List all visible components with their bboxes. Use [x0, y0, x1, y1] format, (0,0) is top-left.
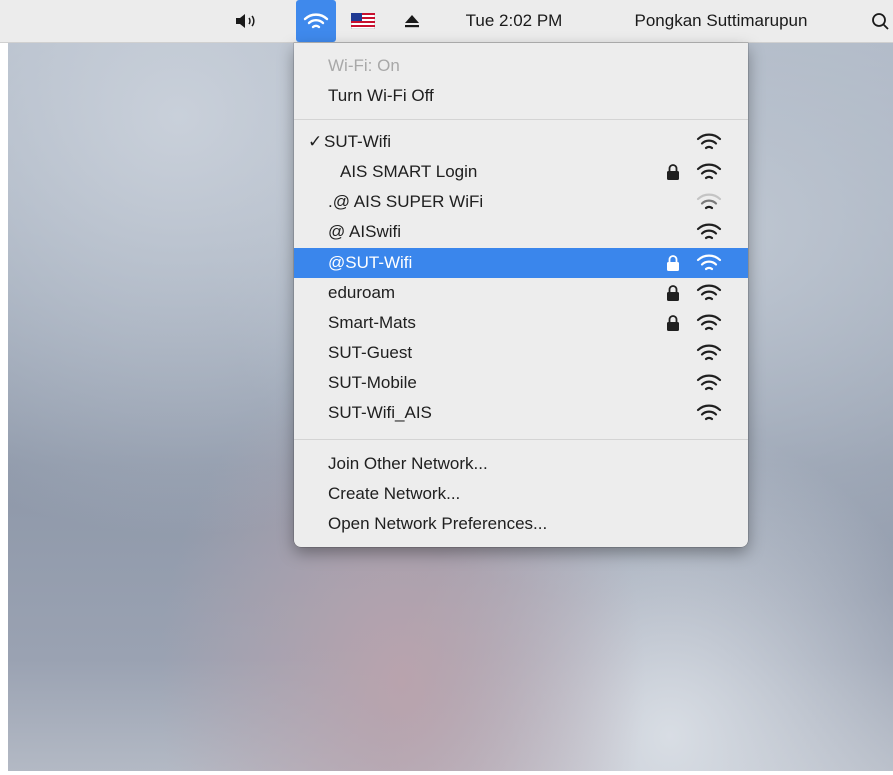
- wifi-signal-icon: [696, 314, 722, 331]
- clock-text: Tue 2:02 PM: [465, 11, 563, 30]
- us-flag-icon[interactable]: [348, 0, 378, 42]
- user-menu[interactable]: Pongkan Suttimarupun: [596, 0, 846, 42]
- wifi-status: Wi-Fi: On: [294, 51, 748, 81]
- window-edge-bottom: [0, 771, 893, 775]
- wifi-signal-icon: [696, 254, 722, 271]
- network-item-aiswifi[interactable]: @ AISwifi: [294, 217, 748, 247]
- network-name: SUT-Wifi: [324, 132, 392, 151]
- window-edge-left: [0, 0, 8, 775]
- network-name: @ AISwifi: [328, 222, 401, 241]
- network-name: .@ AIS SUPER WiFi: [328, 192, 484, 211]
- eject-icon[interactable]: [400, 0, 424, 42]
- lock-icon: [667, 164, 679, 180]
- network-item-ais-smart-login[interactable]: AIS SMART Login: [294, 157, 748, 187]
- network-item-sut-wifi[interactable]: ✓ SUT-Wifi: [294, 127, 748, 157]
- wifi-signal-icon: [696, 374, 722, 391]
- lock-icon: [667, 285, 679, 301]
- open-network-preferences-item[interactable]: Open Network Preferences...: [294, 509, 748, 539]
- network-item-ais-super-wifi[interactable]: .@ AIS SUPER WiFi: [294, 187, 748, 217]
- wifi-icon[interactable]: [296, 0, 336, 42]
- wifi-signal-icon: [696, 223, 722, 240]
- network-name: Smart-Mats: [328, 313, 416, 332]
- user-name: Pongkan Suttimarupun: [634, 11, 808, 30]
- wifi-status-label: Wi-Fi: On: [328, 56, 400, 75]
- network-item-sut-guest[interactable]: SUT-Guest: [294, 338, 748, 368]
- turn-wifi-off-item[interactable]: Turn Wi-Fi Off: [294, 81, 748, 111]
- volume-icon[interactable]: [232, 0, 262, 42]
- network-name: @SUT-Wifi: [328, 253, 413, 272]
- separator: [294, 119, 748, 120]
- join-other-network-item[interactable]: Join Other Network...: [294, 449, 748, 479]
- wifi-menu: Wi-Fi: On Turn Wi-Fi Off ✓ SUT-Wifi AIS …: [294, 43, 748, 547]
- network-item-eduroam[interactable]: eduroam: [294, 278, 748, 308]
- create-network-label: Create Network...: [328, 484, 461, 503]
- network-item-at-sut-wifi[interactable]: @SUT-Wifi: [294, 248, 748, 278]
- open-network-preferences-label: Open Network Preferences...: [328, 514, 548, 533]
- wifi-signal-icon: [696, 133, 722, 150]
- network-item-smart-mats[interactable]: Smart-Mats: [294, 308, 748, 338]
- network-item-sut-wifi-ais[interactable]: SUT-Wifi_AIS: [294, 398, 748, 428]
- clock[interactable]: Tue 2:02 PM: [446, 0, 582, 42]
- lock-icon: [667, 255, 679, 271]
- create-network-item[interactable]: Create Network...: [294, 479, 748, 509]
- wifi-signal-weak-icon: [696, 193, 722, 210]
- join-other-network-label: Join Other Network...: [328, 454, 488, 473]
- wifi-signal-icon: [696, 344, 722, 361]
- network-name: AIS SMART Login: [340, 162, 478, 181]
- network-name: SUT-Mobile: [328, 373, 417, 392]
- checkmark-icon: ✓: [308, 132, 323, 151]
- wifi-signal-icon: [696, 404, 722, 421]
- network-item-sut-mobile[interactable]: SUT-Mobile: [294, 368, 748, 398]
- network-name: eduroam: [328, 283, 396, 302]
- separator: [294, 439, 748, 440]
- lock-icon: [667, 315, 679, 331]
- network-name: SUT-Guest: [328, 343, 413, 362]
- turn-wifi-off-label: Turn Wi-Fi Off: [328, 86, 434, 105]
- network-name: SUT-Wifi_AIS: [328, 403, 432, 422]
- spotlight-search-icon[interactable]: [868, 0, 892, 42]
- menu-bar: Tue 2:02 PM Pongkan Suttimarupun: [0, 0, 893, 43]
- wifi-signal-icon: [696, 163, 722, 180]
- wifi-signal-icon: [696, 284, 722, 301]
